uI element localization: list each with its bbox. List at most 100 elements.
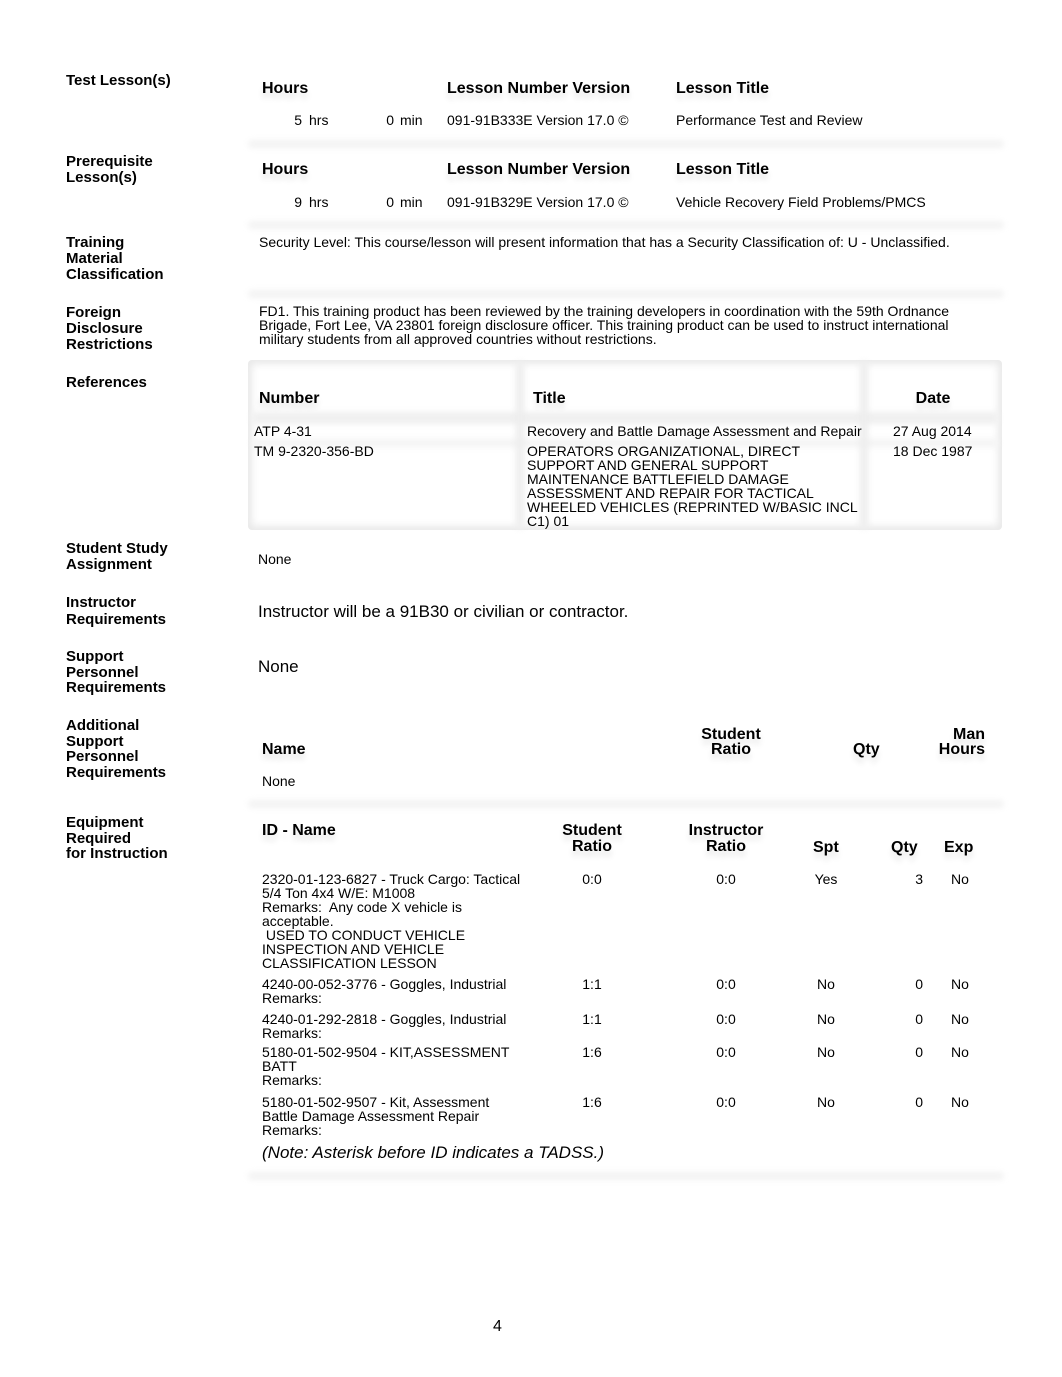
equipment-line: CLASSIFICATION LESSON [262,955,437,971]
prereq-title-header: Lesson Title [676,161,770,178]
asp-none-text: None [262,773,296,789]
equipment-spt: No [817,1094,835,1110]
references-date-header: Date [915,390,951,407]
minutes-unit: min [400,194,423,210]
asp-name-header: Name [262,741,306,758]
equipment-line: 4240-01-292-2818 - Goggles, Industrial [262,1011,507,1027]
equipment-line: acceptable. [262,913,334,929]
references-title-header: Title [533,390,566,407]
column-separator [860,362,868,528]
equipment-qty: 0 [915,1094,923,1110]
label-line: Training [66,234,125,251]
lesson-number-version: 091-91B333E Version 17.0 © [447,112,629,128]
test-lessons-title-header: Lesson Title [676,80,770,97]
label-line: Equipment [66,814,144,831]
title-line: C1) 01 [527,513,570,529]
reference-date: 18 Dec 1987 [893,443,973,459]
equipment-line: 5180-01-502-9507 - Kit, Assessment [262,1094,490,1110]
prerequisite-lessons-label: Prerequisite Lesson(s) [66,154,216,185]
section-divider [248,800,1004,808]
equipment-student-ratio: 1:6 [582,1044,602,1060]
label-line: Lesson(s) [66,168,137,186]
equipment-spt-header: Spt [813,839,839,856]
label-line: Student Study [66,540,168,557]
test-lessons-hours-header: Hours [262,80,309,97]
instructor-requirements-text: Instructor will be a 91B30 or civilian o… [258,602,629,621]
equipment-qty: 3 [915,871,923,887]
label-line: Classification [66,266,164,283]
equipment-id-name: 5180-01-502-9507 - Kit, Assessment Battle… [262,1095,489,1137]
label-line: for Instruction [66,845,168,862]
prereq-hours-header: Hours [262,161,309,178]
label-line: Prerequisite [66,153,153,170]
equipment-instructor-ratio: 0:0 [716,976,736,992]
references-label: References [66,374,147,391]
equipment-line: Remarks: Any code X vehicle is [262,899,462,915]
equipment-line: Remarks: [262,1072,322,1088]
equipment-line: 5/4 Ton 4x4 W/E: M1008 [262,885,416,901]
asp-man-hours-header: Man Hours [920,726,985,758]
equipment-student-ratio: 1:6 [582,1094,602,1110]
equipment-qty: 0 [915,976,923,992]
classification-text: Security Level: This course/lesson will … [259,234,950,250]
column-separator [516,362,524,528]
minutes-unit: min [400,112,423,128]
equipment-instructor-ratio: 0:0 [716,1094,736,1110]
support-personnel-text: None [258,657,299,676]
student-study-assignment-label: Student Study Assignment [66,541,216,572]
equipment-line: Remarks: [262,990,322,1006]
label-line: Requirements [66,611,167,628]
equipment-spt: No [817,1011,835,1027]
equipment-student-ratio: 0:0 [582,871,602,887]
equipment-id-name: 4240-00-052-3776 - Goggles, Industrial Re… [262,977,506,1005]
header-line: Ratio [711,741,751,758]
equipment-qty: 0 [915,1044,923,1060]
label-line: Requirements [66,679,167,696]
header-line: Student [562,822,622,839]
title-line: SUPPORT AND GENERAL SUPPORT [527,457,769,473]
equipment-exp: No [951,1044,969,1060]
header-line: Student [701,726,761,743]
test-lessons-label: Test Lesson(s) [66,72,171,89]
reference-number: ATP 4-31 [254,423,312,439]
label-line: Support [66,648,124,665]
minutes-value: 0 [386,194,394,210]
label-line: Material [66,250,123,267]
label-line: Disclosure [66,320,143,337]
equipment-line: 2320-01-123-6827 - Truck Cargo: Tactical [262,871,521,887]
equipment-exp: No [951,871,969,887]
label-line: Support [66,732,124,750]
label-line: Foreign [66,304,121,321]
label-line: Additional [66,717,140,734]
section-divider [248,1172,1004,1180]
foreign-disclosure-text: FD1. This training product has been revi… [259,304,949,346]
page-number: 4 [493,1318,502,1335]
header-line: Man [953,726,985,743]
equipment-line: 5180-01-502-9504 - KIT,ASSESSMENT [262,1044,510,1060]
equipment-spt: No [817,976,835,992]
equipment-exp: No [951,1094,969,1110]
hours-unit: hrs [309,112,329,128]
test-lessons-number-header: Lesson Number Version [447,80,631,97]
lesson-title: Performance Test and Review [676,112,863,128]
asp-qty-header: Qty [853,741,880,758]
equipment-id-name-header: ID - Name [262,822,336,839]
equipment-spt: No [817,1044,835,1060]
equipment-id-name: 4240-01-292-2818 - Goggles, Industrial Re… [262,1012,506,1040]
reference-date: 27 Aug 2014 [893,423,972,439]
equipment-exp: No [951,976,969,992]
hours-value: 5 [294,112,302,128]
text-line: FD1. This training product has been revi… [259,303,950,319]
label-line: Requirements [66,763,167,781]
equipment-line: Remarks: [262,1122,322,1138]
student-study-assignment-text: None [258,551,292,567]
header-line: Ratio [572,838,612,855]
tadss-note: (Note: Asterisk before ID indicates a TA… [262,1143,605,1162]
label-line: Personnel [66,663,139,681]
equipment-line: BATT [262,1058,297,1074]
header-line: Ratio [706,838,746,855]
instructor-requirements-label: Instructor Requirements [66,594,216,628]
equipment-instructor-ratio-header: Instructor Ratio [680,823,772,855]
asp-student-ratio-header: Student Ratio [690,726,772,758]
label-line: Restrictions [66,336,153,353]
